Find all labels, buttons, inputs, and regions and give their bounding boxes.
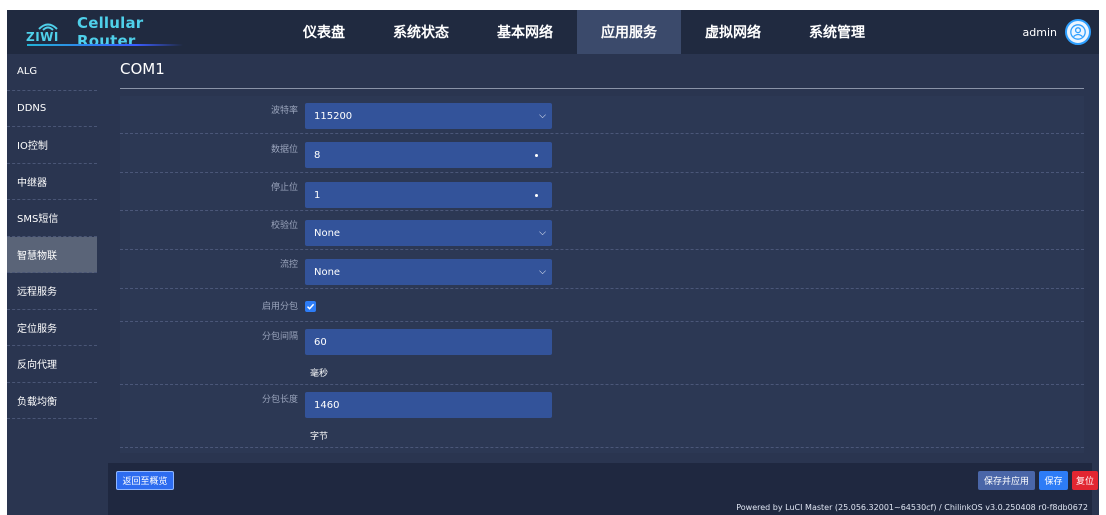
- nav-menu: 仪表盘 系统状态 基本网络 应用服务 虚拟网络 系统管理: [279, 10, 889, 54]
- flow-control-select[interactable]: None ⌵: [305, 259, 552, 285]
- checkmark-icon: [306, 303, 315, 310]
- stop-bits-label: 停止位: [270, 183, 298, 193]
- packet-length-value: 1460: [314, 399, 340, 411]
- sidebar: ALG DDNS IO控制 中继器 SMS短信 智慧物联 远程服务 定位服务 反…: [7, 54, 97, 515]
- packet-length-label: 分包长度: [261, 395, 298, 405]
- baud-rate-value: 115200: [314, 110, 353, 122]
- flow-control-value: None: [314, 266, 341, 278]
- sidebar-item-smart-iot[interactable]: 智慧物联: [7, 236, 97, 273]
- enable-packet-checkbox[interactable]: [305, 301, 316, 312]
- nav-item-dashboard[interactable]: 仪表盘: [279, 10, 369, 54]
- form-row-enable-packet: 启用分包: [120, 289, 1084, 322]
- parity-value: None: [314, 227, 341, 239]
- data-bits-value: 8: [314, 149, 321, 161]
- save-button[interactable]: 保存: [1039, 471, 1068, 490]
- serial-settings-form: 波特率 115200 ⌵ 数据位 8 停止位 1 校验位 None ⌵ 流控 N…: [120, 96, 1084, 453]
- baud-rate-label: 波特率: [270, 106, 298, 116]
- form-row-flow-control: 流控 None ⌵: [120, 250, 1084, 289]
- flow-control-label: 流控: [279, 260, 298, 270]
- brand-underline: [27, 44, 183, 46]
- packet-interval-unit: 毫秒: [310, 369, 329, 379]
- stop-bits-select[interactable]: 1: [305, 182, 552, 208]
- nav-item-system-management[interactable]: 系统管理: [785, 10, 889, 54]
- form-row-packet-interval: 分包间隔 60 毫秒: [120, 322, 1084, 385]
- form-row-packet-length: 分包长度 1460 字节: [120, 385, 1084, 448]
- reset-button[interactable]: 复位: [1072, 471, 1098, 490]
- powered-by-text: Powered by LuCI Master (25.056.32001~645…: [736, 503, 1088, 512]
- data-bits-select[interactable]: 8: [305, 142, 552, 168]
- packet-length-input[interactable]: 1460: [305, 392, 552, 418]
- chevron-down-icon: ⌵: [539, 228, 546, 238]
- brand-logo: ZIWI: [25, 21, 71, 44]
- form-row-stop-bits: 停止位 1: [120, 173, 1084, 211]
- brand[interactable]: ZIWI Cellular Router: [7, 10, 183, 54]
- form-row-data-bits: 数据位 8: [120, 134, 1084, 173]
- packet-interval-input[interactable]: 60: [305, 329, 552, 355]
- form-row-parity: 校验位 None ⌵: [120, 211, 1084, 250]
- parity-label: 校验位: [270, 221, 298, 231]
- dropdown-dot-icon: [535, 193, 538, 197]
- sidebar-item-alg[interactable]: ALG: [7, 54, 97, 91]
- data-bits-label: 数据位: [270, 145, 298, 155]
- main-content: COM1 波特率 115200 ⌵ 数据位 8 停止位 1 校验位 None ⌵…: [108, 54, 1098, 515]
- chevron-down-icon: ⌵: [539, 111, 546, 121]
- stop-bits-value: 1: [314, 189, 321, 201]
- nav-item-basic-network[interactable]: 基本网络: [473, 10, 577, 54]
- svg-text:ZIWI: ZIWI: [26, 30, 59, 43]
- user-avatar-icon[interactable]: [1065, 19, 1091, 45]
- user-name: admin: [1022, 25, 1057, 39]
- title-divider: [120, 88, 1084, 89]
- save-and-apply-button[interactable]: 保存并应用: [978, 471, 1035, 490]
- parity-select[interactable]: None ⌵: [305, 220, 552, 246]
- footer-bar: 返回至概览 保存并应用 保存 复位 Powered by LuCI Master…: [108, 463, 1098, 515]
- page-title: COM1: [120, 60, 165, 78]
- sidebar-item-load-balancing[interactable]: 负载均衡: [7, 383, 97, 419]
- sidebar-item-remote-service[interactable]: 远程服务: [7, 273, 97, 310]
- sidebar-item-location-service[interactable]: 定位服务: [7, 310, 97, 346]
- chevron-down-icon: ⌵: [539, 267, 546, 277]
- dropdown-dot-icon: [535, 153, 538, 157]
- back-to-overview-button[interactable]: 返回至概览: [116, 471, 174, 490]
- nav-item-virtual-network[interactable]: 虚拟网络: [681, 10, 785, 54]
- user-menu[interactable]: admin: [1023, 19, 1099, 45]
- top-nav: ZIWI Cellular Router 仪表盘 系统状态 基本网络 应用服务 …: [7, 10, 1099, 54]
- packet-length-unit: 字节: [310, 432, 329, 442]
- sidebar-item-io-control[interactable]: IO控制: [7, 127, 97, 164]
- packet-interval-label: 分包间隔: [261, 332, 298, 342]
- nav-item-system-status[interactable]: 系统状态: [369, 10, 473, 54]
- baud-rate-select[interactable]: 115200 ⌵: [305, 103, 552, 129]
- form-row-baud-rate: 波特率 115200 ⌵: [120, 96, 1084, 134]
- sidebar-item-repeater[interactable]: 中继器: [7, 164, 97, 200]
- sidebar-item-sms[interactable]: SMS短信: [7, 200, 97, 237]
- enable-packet-label: 启用分包: [261, 302, 298, 312]
- sidebar-item-ddns[interactable]: DDNS: [7, 91, 97, 127]
- nav-item-application-services[interactable]: 应用服务: [577, 10, 681, 54]
- packet-interval-value: 60: [314, 336, 327, 348]
- app-window: ZIWI Cellular Router 仪表盘 系统状态 基本网络 应用服务 …: [7, 10, 1099, 515]
- sidebar-item-reverse-proxy[interactable]: 反向代理: [7, 346, 97, 383]
